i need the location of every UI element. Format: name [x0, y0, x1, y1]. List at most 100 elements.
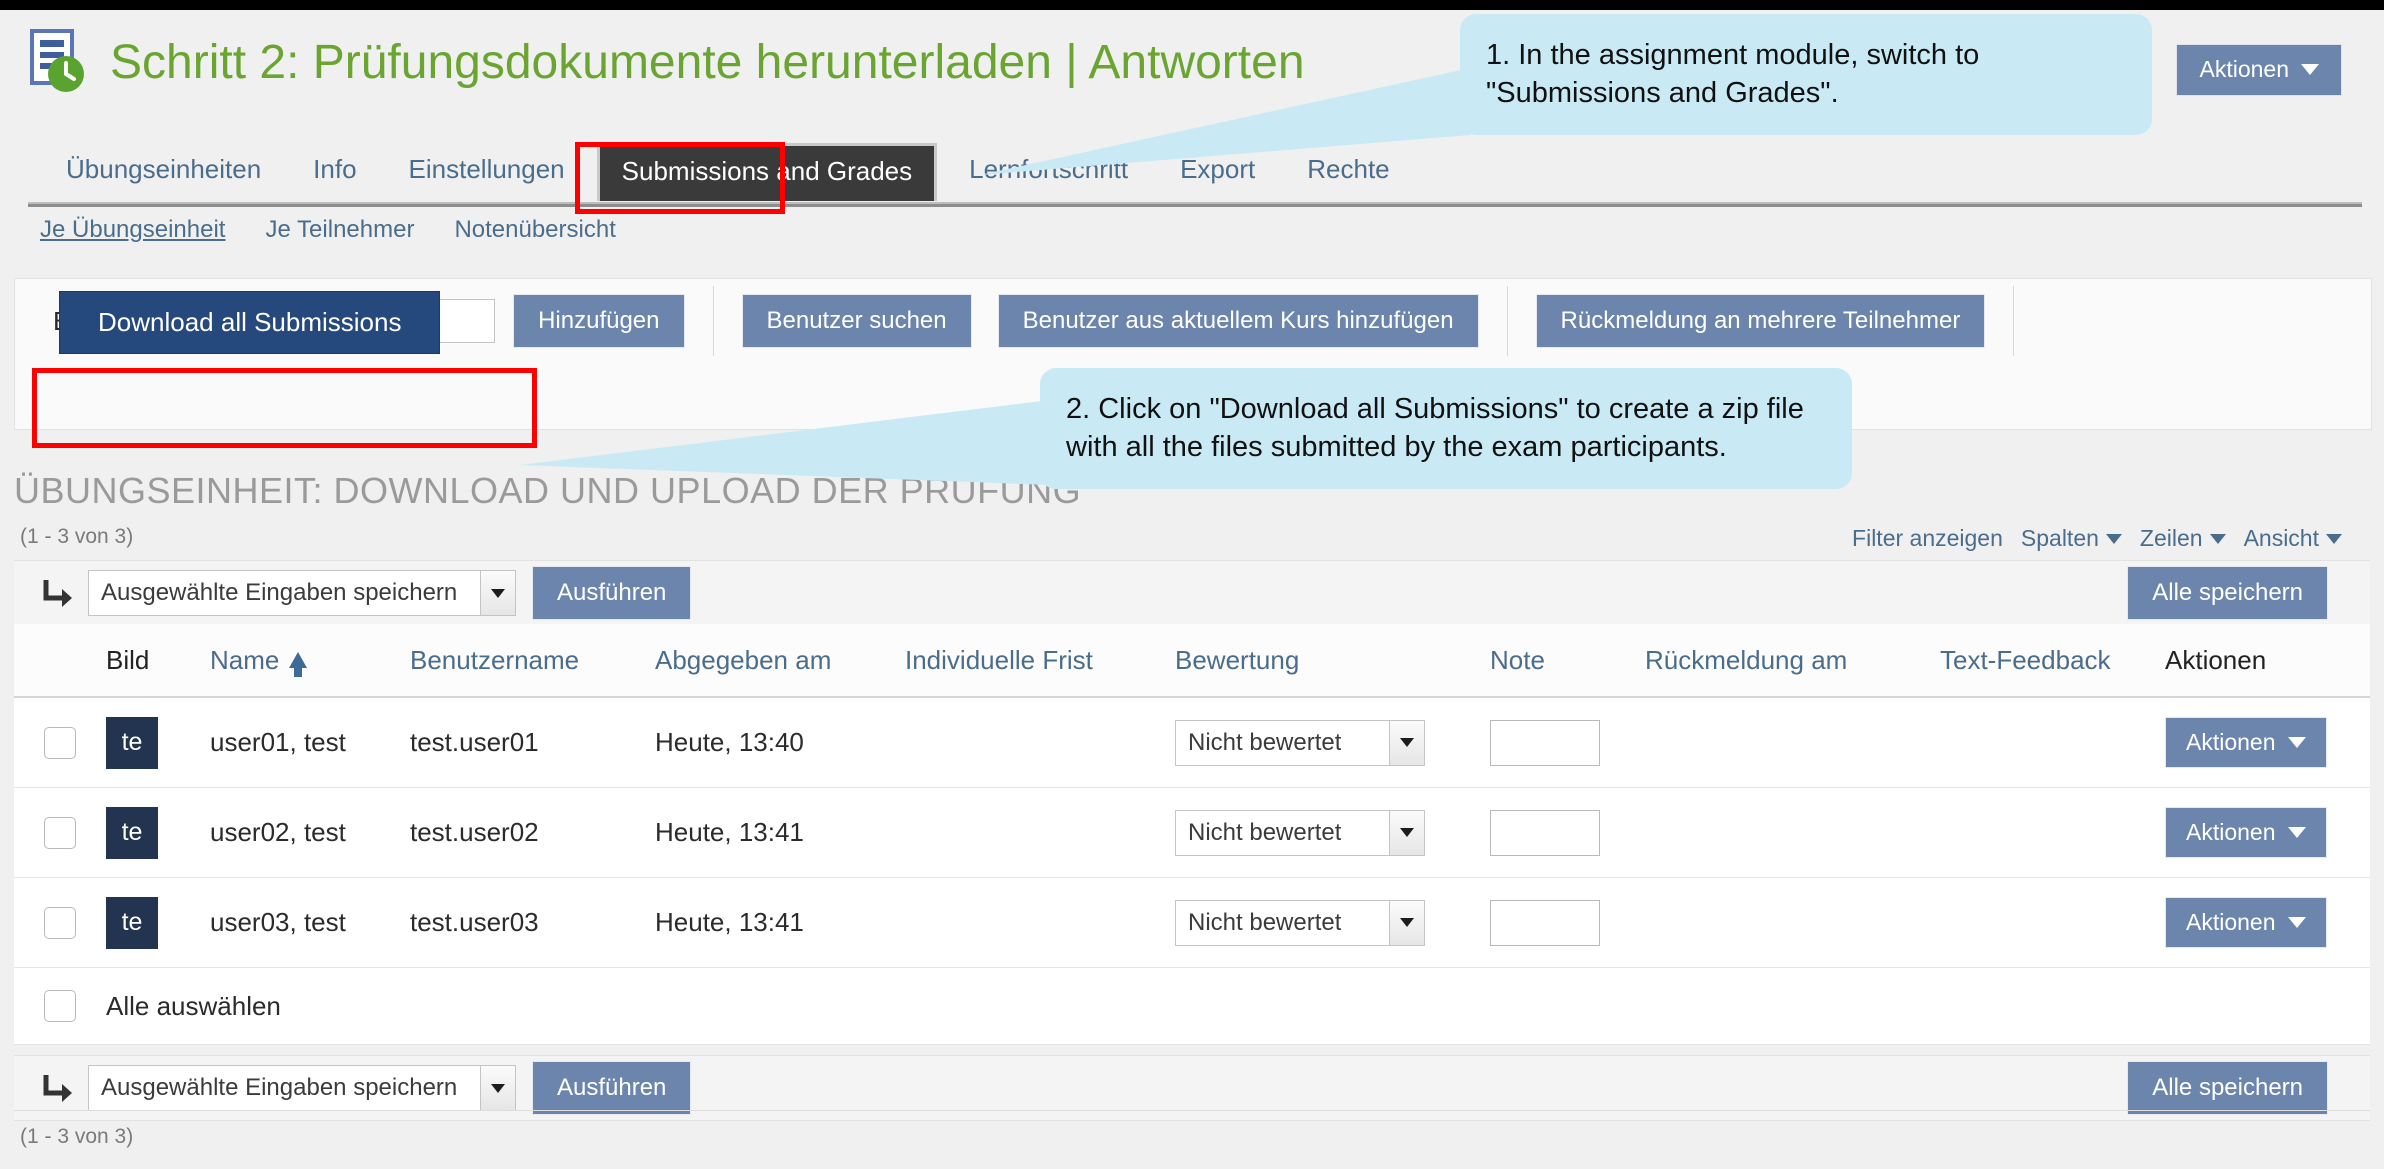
row-checkbox[interactable]	[44, 906, 76, 939]
chevron-down-icon[interactable]	[480, 571, 515, 615]
subtab-notenuebersicht[interactable]: Notenübersicht	[454, 216, 615, 244]
result-count-bottom: (1 - 3 von 3)	[20, 1125, 134, 1148]
subtab-list: Je Übungseinheit Je Teilnehmer Notenüber…	[40, 216, 616, 244]
chevron-down-icon	[2326, 533, 2342, 544]
avatar: te	[106, 806, 158, 859]
bulk-action-select-bottom-value: Ausgewählte Eingaben speichern	[101, 1074, 458, 1101]
search-user-button[interactable]: Benutzer suchen	[741, 294, 972, 348]
avatar: te	[106, 896, 158, 949]
rows-menu[interactable]: Zeilen	[2140, 525, 2226, 552]
table-filter-controls: Filter anzeigen Spalten Zeilen Ansicht	[1852, 525, 2342, 552]
tab-submissions-and-grades[interactable]: Submissions and Grades	[596, 143, 938, 201]
column-header-bewertung[interactable]: Bewertung	[1175, 645, 1490, 676]
table-row: te user01, test test.user01 Heute, 13:40…	[14, 698, 2370, 788]
execute-button-bottom[interactable]: Ausführen	[532, 1061, 692, 1115]
callout-step-2-text: 2. Click on "Download all Submissions" t…	[1066, 393, 1804, 464]
chevron-down-icon	[2209, 533, 2226, 544]
sort-ascending-icon	[289, 652, 308, 677]
column-header-rueckmeldung-am[interactable]: Rückmeldung am	[1645, 645, 1940, 676]
add-users-from-course-button[interactable]: Benutzer aus aktuellem Kurs hinzufügen	[997, 294, 1479, 348]
column-header-benutzername[interactable]: Benutzername	[410, 645, 655, 676]
view-menu[interactable]: Ansicht	[2244, 525, 2342, 552]
tabbar-divider	[28, 202, 2362, 207]
cell-name: user03, test	[210, 907, 346, 937]
row-actions-button[interactable]: Aktionen	[2165, 807, 2327, 858]
arrow-down-right-icon	[40, 576, 74, 610]
bulk-action-select-bottom[interactable]: Ausgewählte Eingaben speichern	[88, 1065, 516, 1111]
grading-select[interactable]: Nicht bewertet	[1175, 809, 1425, 856]
callout-step-2: 2. Click on "Download all Submissions" t…	[1040, 368, 1852, 489]
bottom-divider	[14, 1110, 2370, 1111]
chevron-down-icon[interactable]	[480, 1066, 515, 1110]
result-count-top: (1 - 3 von 3)	[20, 525, 134, 548]
cell-name: user01, test	[210, 727, 346, 757]
arrow-down-right-icon	[40, 1071, 74, 1105]
cell-username: test.user03	[410, 907, 539, 937]
note-input[interactable]	[1490, 899, 1600, 946]
select-all-row: Alle auswählen	[14, 968, 2370, 1045]
table-header-row: Bild Name Benutzername Abgegeben am Indi…	[14, 624, 2370, 698]
select-all-label: Alle auswählen	[106, 990, 281, 1021]
grading-select-value: Nicht bewertet	[1188, 908, 1342, 936]
tab-info[interactable]: Info	[287, 142, 382, 201]
bulk-action-row-bottom: Ausgewählte Eingaben speichern Ausführen…	[14, 1055, 2370, 1121]
tab-uebungseinheiten[interactable]: Übungseinheiten	[40, 142, 287, 201]
chevron-down-icon	[2301, 64, 2319, 75]
document-clock-icon	[26, 28, 88, 96]
callout-2-tail	[520, 400, 1050, 485]
bulk-action-row-top: Ausgewählte Eingaben speichern Ausführen…	[14, 560, 2370, 626]
row-checkbox[interactable]	[44, 726, 76, 759]
window-top-bar	[0, 0, 2384, 10]
row-actions-button[interactable]: Aktionen	[2165, 717, 2327, 768]
chevron-down-icon[interactable]	[1389, 810, 1424, 855]
submissions-table: Bild Name Benutzername Abgegeben am Indi…	[14, 624, 2370, 1045]
grading-select[interactable]: Nicht bewertet	[1175, 719, 1425, 766]
column-header-name[interactable]: Name	[210, 645, 410, 677]
callout-step-1: 1. In the assignment module, switch to "…	[1460, 14, 2152, 135]
execute-button-top[interactable]: Ausführen	[532, 566, 692, 620]
select-all-checkbox[interactable]	[44, 990, 76, 1022]
note-input[interactable]	[1490, 809, 1600, 856]
grading-select[interactable]: Nicht bewertet	[1175, 899, 1425, 946]
toolbar-divider-3	[2013, 286, 2015, 356]
chevron-down-icon	[2287, 737, 2306, 748]
feedback-multiple-button[interactable]: Rückmeldung an mehrere Teilnehmer	[1535, 294, 1986, 348]
column-header-note[interactable]: Note	[1490, 645, 1645, 676]
grading-select-value: Nicht bewertet	[1188, 728, 1342, 756]
grading-select-value: Nicht bewertet	[1188, 818, 1342, 846]
save-all-button-bottom[interactable]: Alle speichern	[2127, 1061, 2328, 1115]
table-row: te user02, test test.user02 Heute, 13:41…	[14, 788, 2370, 878]
cell-submitted-at: Heute, 13:40	[655, 727, 804, 757]
chevron-down-icon[interactable]	[1389, 900, 1424, 945]
save-all-button-top[interactable]: Alle speichern	[2127, 566, 2328, 620]
subtab-je-teilnehmer[interactable]: Je Teilnehmer	[265, 216, 414, 244]
toolbar-divider-1	[712, 286, 714, 356]
cell-submitted-at: Heute, 13:41	[655, 817, 804, 847]
column-header-text-feedback[interactable]: Text-Feedback	[1940, 645, 2165, 676]
callout-step-1-text: 1. In the assignment module, switch to "…	[1486, 39, 1980, 110]
row-actions-button[interactable]: Aktionen	[2165, 897, 2327, 948]
add-user-button[interactable]: Hinzufügen	[513, 294, 685, 348]
chevron-down-icon	[2105, 533, 2122, 544]
chevron-down-icon[interactable]	[1389, 720, 1424, 765]
cell-submitted-at: Heute, 13:41	[655, 907, 804, 937]
header-actions-button[interactable]: Aktionen	[2176, 44, 2342, 96]
subtab-je-uebungseinheit[interactable]: Je Übungseinheit	[40, 216, 225, 244]
chevron-down-icon	[2287, 827, 2306, 838]
chevron-down-icon	[2287, 917, 2306, 928]
bulk-action-select-top-value: Ausgewählte Eingaben speichern	[101, 579, 458, 606]
cell-name: user02, test	[210, 817, 346, 847]
column-header-individuelle-frist[interactable]: Individuelle Frist	[905, 645, 1175, 676]
column-header-abgegeben-am[interactable]: Abgegeben am	[655, 645, 905, 676]
note-input[interactable]	[1490, 719, 1600, 766]
toolbar-divider-2	[1506, 286, 1508, 356]
filter-show-link[interactable]: Filter anzeigen	[1852, 525, 2003, 552]
cell-username: test.user02	[410, 817, 539, 847]
columns-menu[interactable]: Spalten	[2021, 525, 2122, 552]
callout-1-tail	[980, 68, 1470, 175]
row-checkbox[interactable]	[44, 816, 76, 849]
cell-username: test.user01	[410, 727, 539, 757]
download-all-submissions-button[interactable]: Download all Submissions	[59, 291, 441, 354]
bulk-action-select-top[interactable]: Ausgewählte Eingaben speichern	[88, 570, 516, 616]
tab-einstellungen[interactable]: Einstellungen	[383, 142, 591, 201]
